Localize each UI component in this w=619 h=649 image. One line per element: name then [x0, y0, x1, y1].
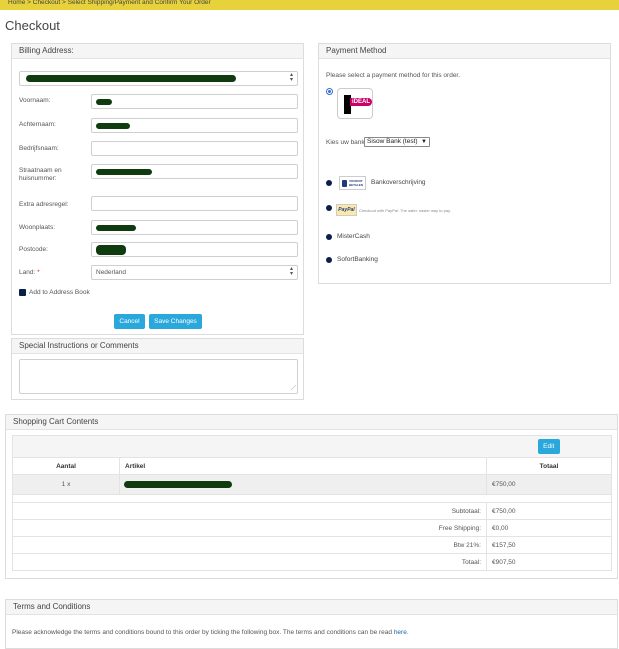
payment-intro-text: Please select a payment method for this …: [326, 72, 461, 79]
col-aantal-header: Aantal: [12, 457, 120, 475]
bedrijfsnaam-label: Bedrijfsnaam:: [19, 145, 59, 152]
extra-adresregel-field[interactable]: [91, 196, 298, 211]
payment-method-title: Payment Method: [319, 44, 610, 59]
row-qty: 1 x: [12, 474, 120, 495]
add-to-address-book-label: Add to Address Book: [29, 289, 90, 296]
achternaam-label: Achternaam:: [19, 121, 56, 128]
voorruit-betalen-logo: VOORUIT BETALEN: [339, 176, 366, 190]
straatnaam-label: Straatnaam en huisnummer:: [19, 167, 62, 182]
straatnaam-field[interactable]: [91, 164, 298, 179]
terms-text: Please acknowledge the terms and conditi…: [12, 629, 392, 636]
cart-header-row: Aantal Artikel Totaal: [12, 457, 612, 475]
updown-arrows-icon: ▴ ▾: [289, 72, 293, 83]
woonplaats-label: Woonplaats:: [19, 224, 56, 231]
woonplaats-field[interactable]: [91, 220, 298, 235]
voornaam-label: Voornaam:: [19, 97, 51, 104]
redacted-voornaam: [96, 99, 112, 105]
land-select-value: Nederland: [96, 269, 126, 276]
extra-adresregel-label: Extra adresregel:: [19, 201, 69, 208]
shipping-label: Free Shipping:: [12, 519, 487, 537]
terms-text-line: Please acknowledge the terms and conditi…: [12, 629, 409, 637]
ideal-radio[interactable]: [326, 88, 333, 95]
voornaam-field[interactable]: [91, 94, 298, 109]
resize-handle-icon[interactable]: ⟋: [291, 385, 296, 393]
save-changes-button[interactable]: Save Changes: [149, 314, 202, 329]
add-to-address-book-checkbox[interactable]: [19, 289, 26, 296]
mistercash-radio[interactable]: [326, 234, 332, 240]
btw-value: €157,50: [486, 536, 612, 554]
paypal-logo: PayPal: [336, 204, 357, 216]
edit-cart-button[interactable]: Edit: [537, 439, 560, 454]
redacted-artikel: [124, 481, 232, 488]
page-title: Checkout: [5, 18, 60, 33]
shopping-cart-title: Shopping Cart Contents: [6, 415, 617, 430]
btw-row: Btw 21%: €157,50: [12, 536, 612, 554]
total-label: Totaal:: [12, 553, 487, 571]
col-totaal-header: Totaal: [486, 457, 612, 475]
voorruit-logo-text: VOORUIT BETALEN: [349, 179, 363, 187]
table-row: 1 x €750,00: [12, 474, 612, 495]
spacer-row: [12, 494, 612, 503]
comments-textarea[interactable]: ⟋: [19, 359, 298, 394]
terms-link[interactable]: here.: [394, 629, 409, 636]
billing-address-panel: Billing Address: ▴ ▾ Voornaam: Achternaam…: [11, 43, 304, 335]
redacted-woonplaats: [96, 225, 136, 231]
land-label-text: Land:: [19, 269, 36, 276]
terms-panel: Terms and Conditions Please acknowledge …: [5, 599, 618, 649]
shopping-cart-panel: Shopping Cart Contents Edit Aantal Artik…: [5, 414, 618, 579]
updown-arrows-icon: ▴ ▾: [289, 266, 293, 277]
paypal-radio[interactable]: [326, 205, 332, 211]
bankoverschrijving-radio[interactable]: [326, 180, 332, 186]
redacted-straatnaam: [96, 169, 152, 175]
achternaam-field[interactable]: [91, 118, 298, 133]
spacer-cell: [12, 494, 612, 503]
payment-method-panel: Payment Method Please select a payment m…: [318, 43, 611, 284]
mistercash-label: MisterCash: [337, 233, 370, 240]
bedrijfsnaam-field[interactable]: [91, 141, 298, 156]
cart-edit-cell: Edit: [486, 435, 612, 458]
special-instructions-title: Special Instructions or Comments: [12, 339, 303, 354]
shipping-value: €0,00: [486, 519, 612, 537]
subtotal-value: €750,00: [486, 502, 612, 520]
terms-title: Terms and Conditions: [6, 600, 617, 615]
cancel-button[interactable]: Cancel: [114, 314, 145, 329]
postcode-field[interactable]: [91, 242, 298, 257]
address-book-select[interactable]: ▴ ▾: [19, 71, 298, 86]
total-value: €907,50: [486, 553, 612, 571]
cart-edit-spacer: [12, 435, 487, 458]
row-artikel: [119, 474, 487, 495]
ideal-logo: iDEAL: [337, 88, 373, 119]
required-marker: *: [37, 269, 40, 276]
bank-select-value: Sisow Bank (test): [367, 138, 418, 145]
land-label: Land: *: [19, 269, 40, 277]
redacted-address: [26, 75, 236, 82]
sofortbanking-radio[interactable]: [326, 257, 332, 263]
total-row: Totaal: €907,50: [12, 553, 612, 571]
land-select[interactable]: Nederland ▴ ▾: [91, 265, 298, 280]
dropdown-arrow-icon: ▼: [421, 139, 427, 145]
breadcrumb: Home > Checkout > Select Shipping/Paymen…: [0, 0, 619, 10]
bankoverschrijving-label: Bankoverschrijving: [371, 179, 426, 186]
subtotal-label: Subtotaal:: [12, 502, 487, 520]
btw-label: Btw 21%:: [12, 536, 487, 554]
bank-label: Kies uw bank: [326, 139, 365, 146]
ideal-logo-d: iDEAL: [350, 98, 372, 106]
postcode-label: Postcode:: [19, 246, 48, 253]
subtotal-row: Subtotaal: €750,00: [12, 502, 612, 520]
billing-address-title: Billing Address:: [12, 44, 303, 59]
col-artikel-header: Artikel: [119, 457, 487, 475]
bank-select[interactable]: Sisow Bank (test) ▼: [364, 137, 430, 147]
sofortbanking-label: SofortBanking: [337, 256, 378, 263]
paypal-description: Checkout with PayPal. The safer, easier …: [359, 208, 451, 213]
redacted-postcode: [96, 245, 126, 255]
row-price: €750,00: [486, 474, 612, 495]
redacted-achternaam: [96, 123, 130, 129]
cart-edit-row: Edit: [12, 435, 612, 458]
cart-table: Edit Aantal Artikel Totaal 1 x €750,00 S…: [12, 435, 612, 571]
shipping-row: Free Shipping: €0,00: [12, 519, 612, 537]
special-instructions-panel: Special Instructions or Comments ⟋: [11, 338, 304, 400]
voorruit-logo-mark: [342, 180, 347, 187]
